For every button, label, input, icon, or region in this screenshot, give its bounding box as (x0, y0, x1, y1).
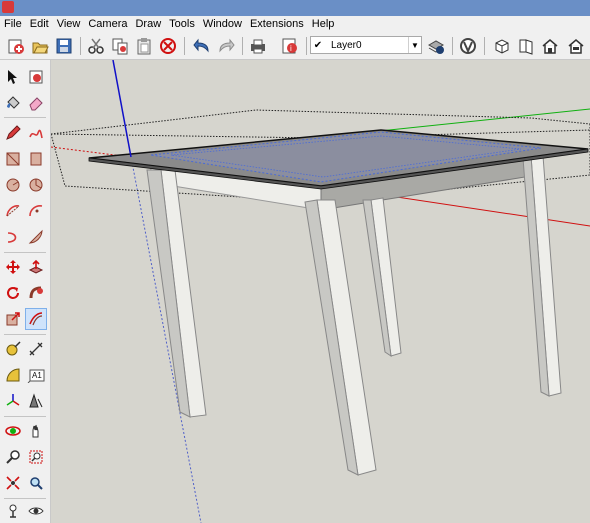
menu-edit[interactable]: Edit (26, 16, 53, 33)
make-component-icon[interactable] (25, 66, 47, 88)
main-toolbar: i (0, 33, 590, 60)
toolbar-separator (484, 37, 485, 55)
copy-icon[interactable] (110, 36, 130, 56)
tool-separator (4, 117, 46, 118)
menu-tools[interactable]: Tools (165, 16, 199, 33)
paint-bucket-icon[interactable] (2, 92, 24, 114)
tape-measure-icon[interactable] (2, 338, 24, 360)
open-icon[interactable] (30, 36, 50, 56)
menu-extensions[interactable]: Extensions (246, 16, 308, 33)
three-point-arc-icon[interactable] (2, 226, 24, 248)
scale-icon[interactable] (2, 308, 24, 330)
rectangle-icon[interactable] (2, 148, 24, 170)
text-tool-glyph: A1 (32, 371, 42, 380)
freehand-icon[interactable] (25, 122, 47, 144)
menu-window[interactable]: Window (199, 16, 246, 33)
polygon-icon[interactable] (25, 174, 47, 196)
paste-icon[interactable] (134, 36, 154, 56)
tool-separator (4, 252, 46, 253)
model-info-icon[interactable]: i (280, 36, 300, 56)
drawing-viewport[interactable] (51, 60, 590, 523)
toolbar-separator (306, 37, 307, 55)
svg-text:i: i (290, 44, 292, 53)
undo-icon[interactable] (192, 36, 212, 56)
offset-icon[interactable] (25, 308, 47, 330)
print-icon[interactable] (248, 36, 268, 56)
tool-separator (4, 498, 46, 499)
menu-bar: File Edit View Camera Draw Tools Window … (0, 16, 590, 33)
arc-icon[interactable] (2, 200, 24, 222)
zoom-window-icon[interactable] (25, 446, 47, 468)
save-icon[interactable] (54, 36, 74, 56)
protractor-icon[interactable] (2, 364, 24, 386)
menu-help[interactable]: Help (308, 16, 339, 33)
rotate-icon[interactable] (2, 282, 24, 304)
layer-select[interactable]: ✔ Layer0 ▼ (310, 36, 422, 54)
circle-icon[interactable] (2, 174, 24, 196)
follow-me-icon[interactable] (25, 282, 47, 304)
look-around-icon[interactable] (25, 500, 47, 522)
position-camera-icon[interactable] (2, 500, 24, 522)
dimension-icon[interactable] (25, 338, 47, 360)
axes-icon[interactable] (2, 390, 24, 412)
layer-manager-icon[interactable] (426, 36, 446, 56)
menu-camera[interactable]: Camera (84, 16, 131, 33)
title-bar (0, 0, 590, 16)
cut-icon[interactable] (86, 36, 106, 56)
erase-icon[interactable] (158, 36, 178, 56)
iso-view-icon[interactable] (492, 36, 512, 56)
zoom-icon[interactable] (2, 446, 24, 468)
toolbar-separator (184, 37, 185, 55)
blue-axis-line (112, 60, 132, 158)
home-icon[interactable] (540, 36, 560, 56)
layer-select-value: Layer0 (331, 39, 362, 51)
rotated-rectangle-icon[interactable] (25, 148, 47, 170)
tool-separator (4, 416, 46, 417)
check-icon: ✔ (313, 39, 323, 51)
previous-view-icon[interactable] (25, 472, 47, 494)
toolbar-separator (80, 37, 81, 55)
large-tool-set: A1 (0, 60, 51, 523)
pencil-icon[interactable] (2, 122, 24, 144)
move-icon[interactable] (2, 256, 24, 278)
top-view-icon[interactable] (516, 36, 536, 56)
pan-icon[interactable] (25, 420, 47, 442)
eraser-icon[interactable] (25, 92, 47, 114)
redo-icon[interactable] (216, 36, 236, 56)
warehouse-icon[interactable] (458, 36, 478, 56)
front-view-icon[interactable] (566, 36, 586, 56)
two-point-arc-icon[interactable] (25, 200, 47, 222)
select-icon[interactable] (2, 66, 24, 88)
orbit-icon[interactable] (2, 420, 24, 442)
menu-draw[interactable]: Draw (131, 16, 165, 33)
text-tool-icon[interactable]: A1 (25, 364, 47, 386)
section-plane-icon[interactable] (25, 390, 47, 412)
zoom-extents-icon[interactable] (2, 472, 24, 494)
toolbar-separator (242, 37, 243, 55)
sketchup-app-icon (2, 1, 14, 13)
pie-icon[interactable] (25, 226, 47, 248)
menu-view[interactable]: View (53, 16, 85, 33)
toolbar-separator (452, 37, 453, 55)
menu-file[interactable]: File (0, 16, 26, 33)
sketchup-new-icon[interactable] (6, 36, 26, 56)
push-pull-icon[interactable] (25, 256, 47, 278)
tool-separator (4, 334, 46, 335)
chevron-down-icon[interactable]: ▼ (408, 37, 421, 53)
